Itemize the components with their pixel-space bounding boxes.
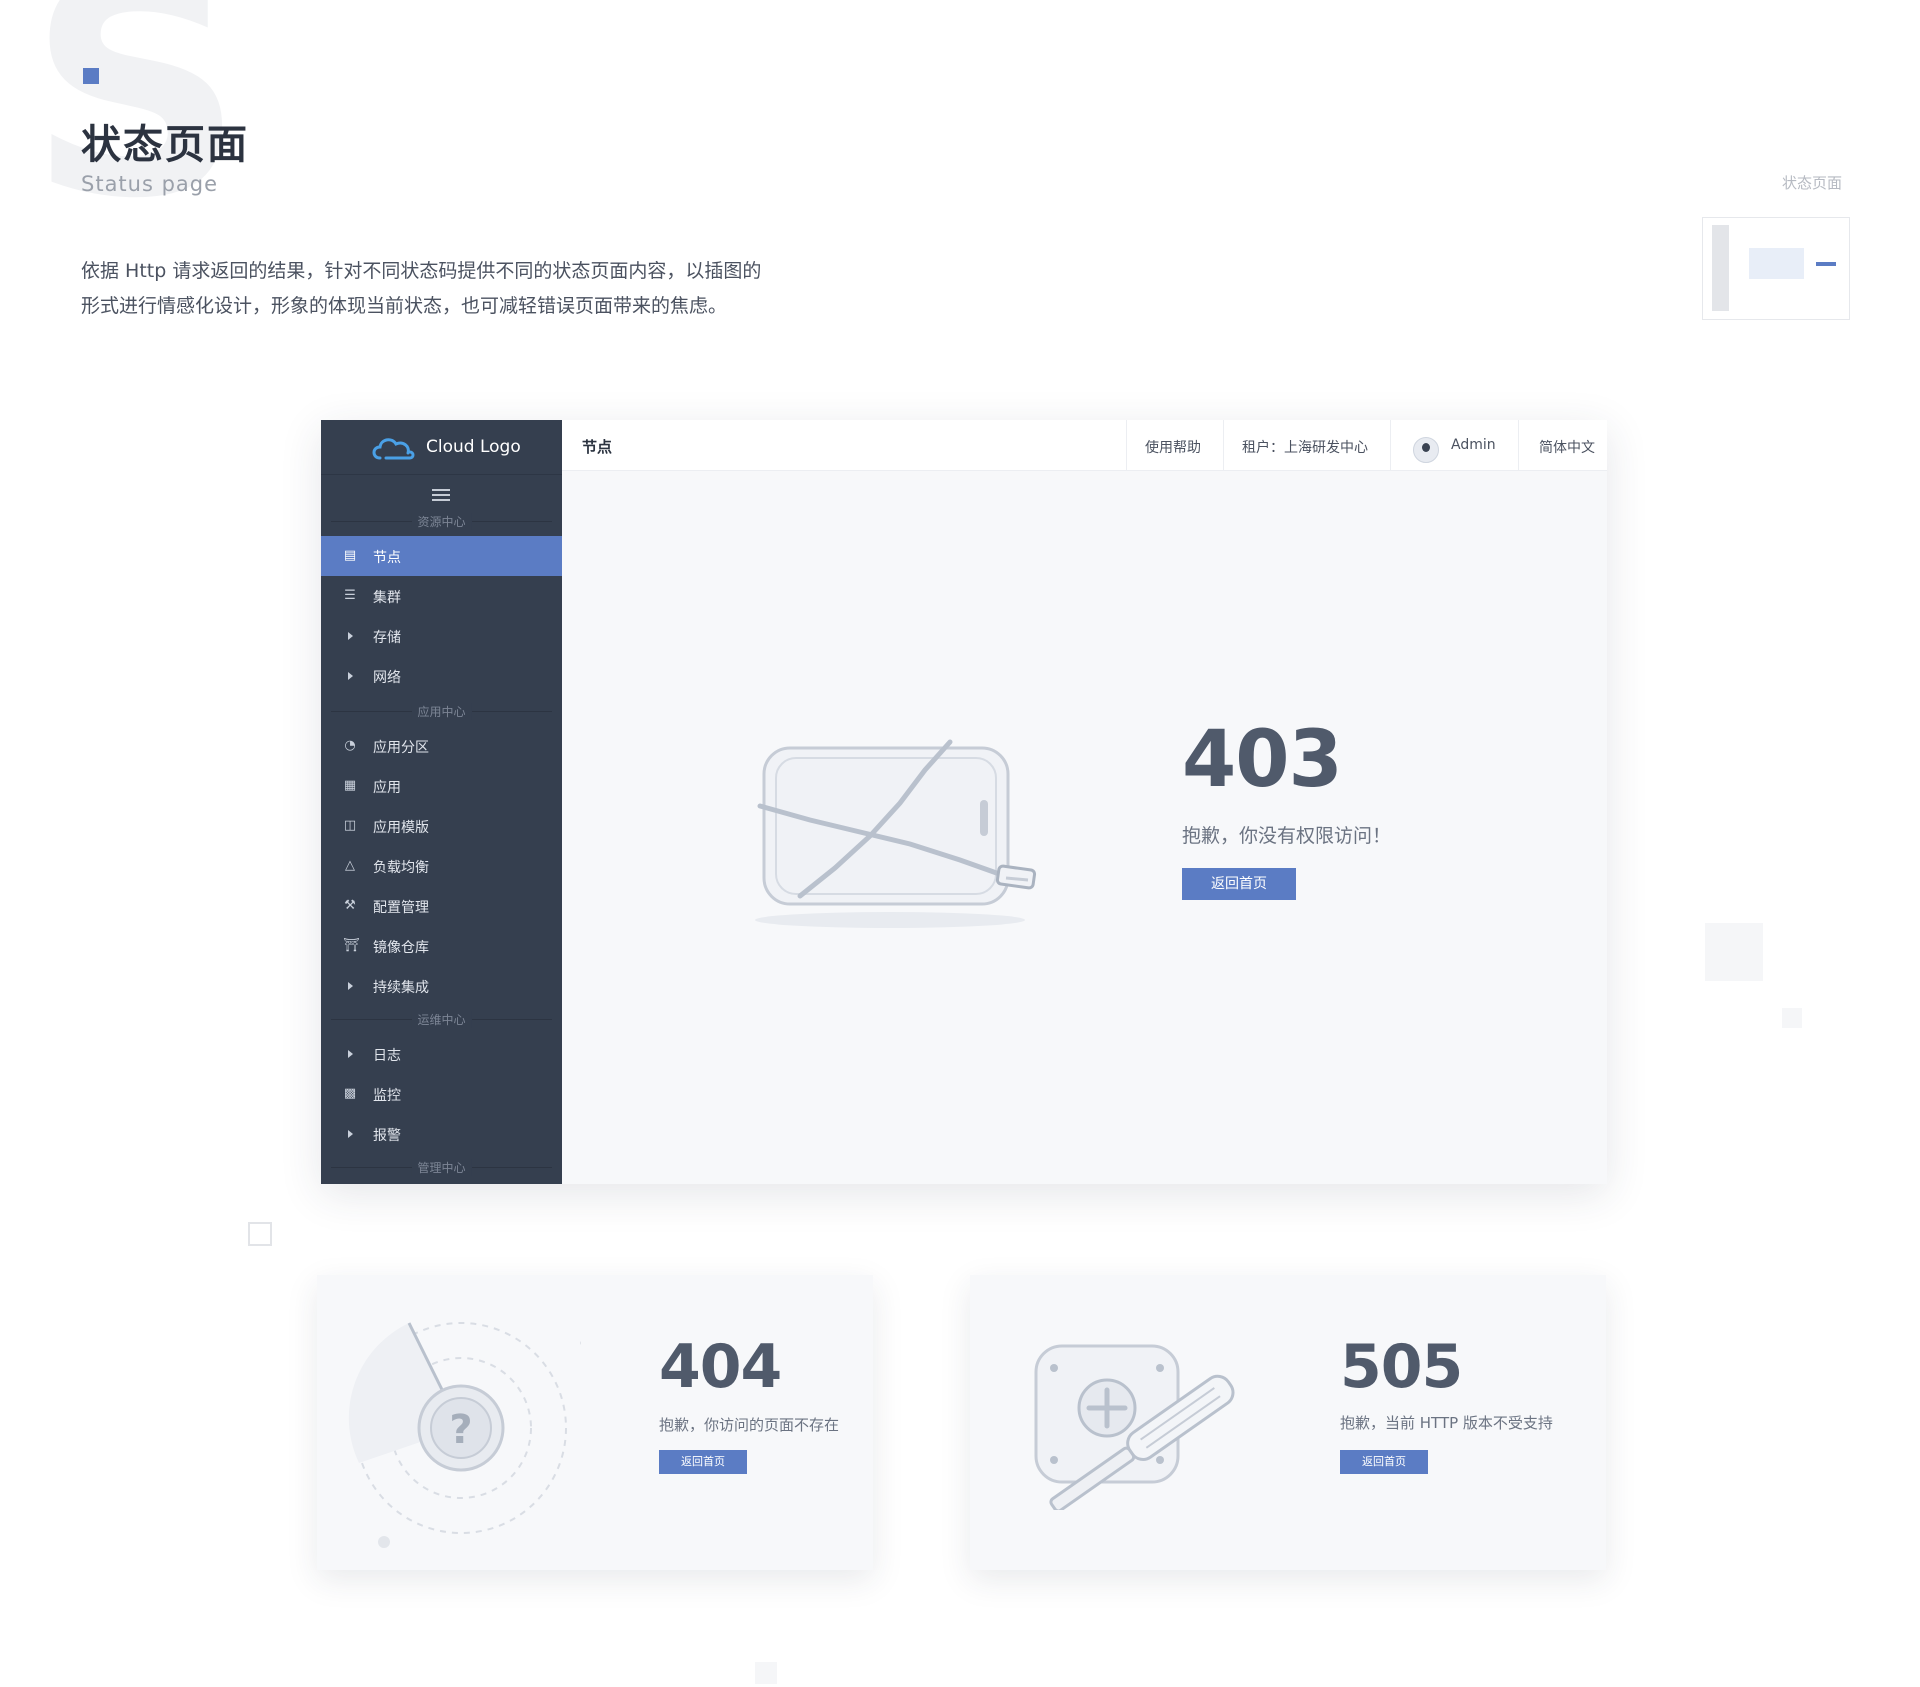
thumbnail-sidebar <box>1712 225 1729 311</box>
caret-right-icon <box>348 632 353 640</box>
language-selector[interactable]: 简体中文 <box>1518 420 1608 470</box>
topbar: 节点 使用帮助 租户：上海研发中心 Admin 简体中文 <box>562 420 1607 471</box>
content-area: 403 抱歉，你没有权限访问！ 返回首页 <box>562 470 1607 1184</box>
user-name: Admin <box>1451 437 1496 453</box>
menu-toggle-icon[interactable] <box>432 489 450 503</box>
grid-icon: ▦ <box>343 778 357 793</box>
card-404: ? 404 抱歉，你访问的页面不存在 返回首页 <box>317 1275 873 1570</box>
sidebar-item-monitor[interactable]: ▩ 监控 <box>321 1074 562 1114</box>
svg-text:?: ? <box>449 1407 472 1453</box>
warehouse-icon: ⛩ <box>343 938 360 953</box>
accent-square <box>83 68 99 84</box>
sidebar: Cloud Logo 资源中心 ▤ 节点 ☰ 集群 存储 网络 应用中心 ◔ 应… <box>321 420 562 1184</box>
section-label-application: 应用中心 <box>321 703 562 720</box>
page-title: 状态页面 <box>81 122 249 168</box>
breadcrumb: 节点 <box>582 438 613 456</box>
section-label-resource: 资源中心 <box>321 513 562 530</box>
page-subtitle: Status page <box>81 172 219 196</box>
caret-right-icon <box>348 982 353 990</box>
brand-name: Cloud Logo <box>426 437 521 457</box>
screwdriver-repair-illustration <box>1034 1344 1235 1510</box>
thumbnail-content <box>1749 248 1804 279</box>
thumbnail-bar <box>1816 262 1836 266</box>
user-menu[interactable]: Admin <box>1390 420 1519 470</box>
sidebar-item-nodes[interactable]: ▤ 节点 <box>321 536 562 576</box>
back-home-button-505[interactable]: 返回首页 <box>1340 1450 1428 1474</box>
description-line-1: 依据 Http 请求返回的结果，针对不同状态码提供不同的状态页面内容，以插图的 <box>81 260 762 282</box>
description-line-2: 形式进行情感化设计，形象的体现当前状态，也可减轻错误页面带来的焦虑。 <box>81 295 728 317</box>
error-code-403: 403 <box>1182 715 1343 805</box>
sidebar-item-app-partition[interactable]: ◔ 应用分区 <box>321 726 562 766</box>
sidebar-item-config[interactable]: ⚒ 配置管理 <box>321 886 562 926</box>
error-code-505: 505 <box>1340 1332 1463 1402</box>
decor-square <box>1782 1008 1802 1028</box>
card-505: 505 抱歉，当前 HTTP 版本不受支持 返回首页 <box>970 1275 1606 1570</box>
sidebar-item-ci[interactable]: 持续集成 <box>321 966 562 1006</box>
sidebar-item-logs[interactable]: 日志 <box>321 1034 562 1074</box>
page-description: 依据 Http 请求返回的结果，针对不同状态码提供不同的状态页面内容，以插图的 … <box>81 254 881 324</box>
caret-right-icon <box>348 1050 353 1058</box>
caret-right-icon <box>348 1130 353 1138</box>
error-code-404: 404 <box>659 1332 782 1402</box>
sidebar-item-cluster[interactable]: ☰ 集群 <box>321 576 562 616</box>
sidebar-item-app-template[interactable]: ◫ 应用模版 <box>321 806 562 846</box>
locked-phone-illustration <box>755 739 1037 928</box>
back-home-button-403[interactable]: 返回首页 <box>1182 868 1296 900</box>
nodes-icon: △ <box>345 858 355 873</box>
sidebar-item-storage[interactable]: 存储 <box>321 616 562 656</box>
section-label-admin: 管理中心 <box>321 1159 562 1176</box>
list-icon: ☰ <box>344 588 356 603</box>
brand[interactable]: Cloud Logo <box>321 420 562 475</box>
radar-question-illustration: ? <box>348 1322 581 1548</box>
decor-outline-square <box>248 1222 272 1246</box>
pie-icon: ◔ <box>344 738 356 753</box>
section-label-ops: 运维中心 <box>321 1011 562 1028</box>
sidebar-item-registry[interactable]: ⛩ 镜像仓库 <box>321 926 562 966</box>
sidebar-item-alerts[interactable]: 报警 <box>321 1114 562 1154</box>
wrench-icon: ⚒ <box>344 898 356 913</box>
app-window: Cloud Logo 资源中心 ▤ 节点 ☰ 集群 存储 网络 应用中心 ◔ 应… <box>321 420 1607 1184</box>
error-message-403: 抱歉，你没有权限访问！ <box>1182 825 1392 847</box>
layout-thumbnail <box>1702 217 1850 320</box>
sidebar-item-load-balance[interactable]: △ 负载均衡 <box>321 846 562 886</box>
server-icon: ▤ <box>343 548 357 563</box>
monitor-icon: ▩ <box>343 1086 357 1101</box>
help-link[interactable]: 使用帮助 <box>1126 420 1224 470</box>
back-home-button-404[interactable]: 返回首页 <box>659 1450 747 1474</box>
template-icon: ◫ <box>343 818 357 833</box>
decor-square <box>1705 923 1763 981</box>
tenant-selector[interactable]: 租户：上海研发中心 <box>1223 420 1391 470</box>
avatar <box>1413 437 1439 463</box>
cloud-logo-icon <box>372 438 415 460</box>
corner-label: 状态页面 <box>1782 174 1843 192</box>
decor-square <box>755 1662 777 1684</box>
error-message-404: 抱歉，你访问的页面不存在 <box>659 1416 840 1434</box>
sidebar-item-network[interactable]: 网络 <box>321 656 562 696</box>
sidebar-item-apps[interactable]: ▦ 应用 <box>321 766 562 806</box>
error-message-505: 抱歉，当前 HTTP 版本不受支持 <box>1340 1414 1553 1432</box>
caret-right-icon <box>348 672 353 680</box>
